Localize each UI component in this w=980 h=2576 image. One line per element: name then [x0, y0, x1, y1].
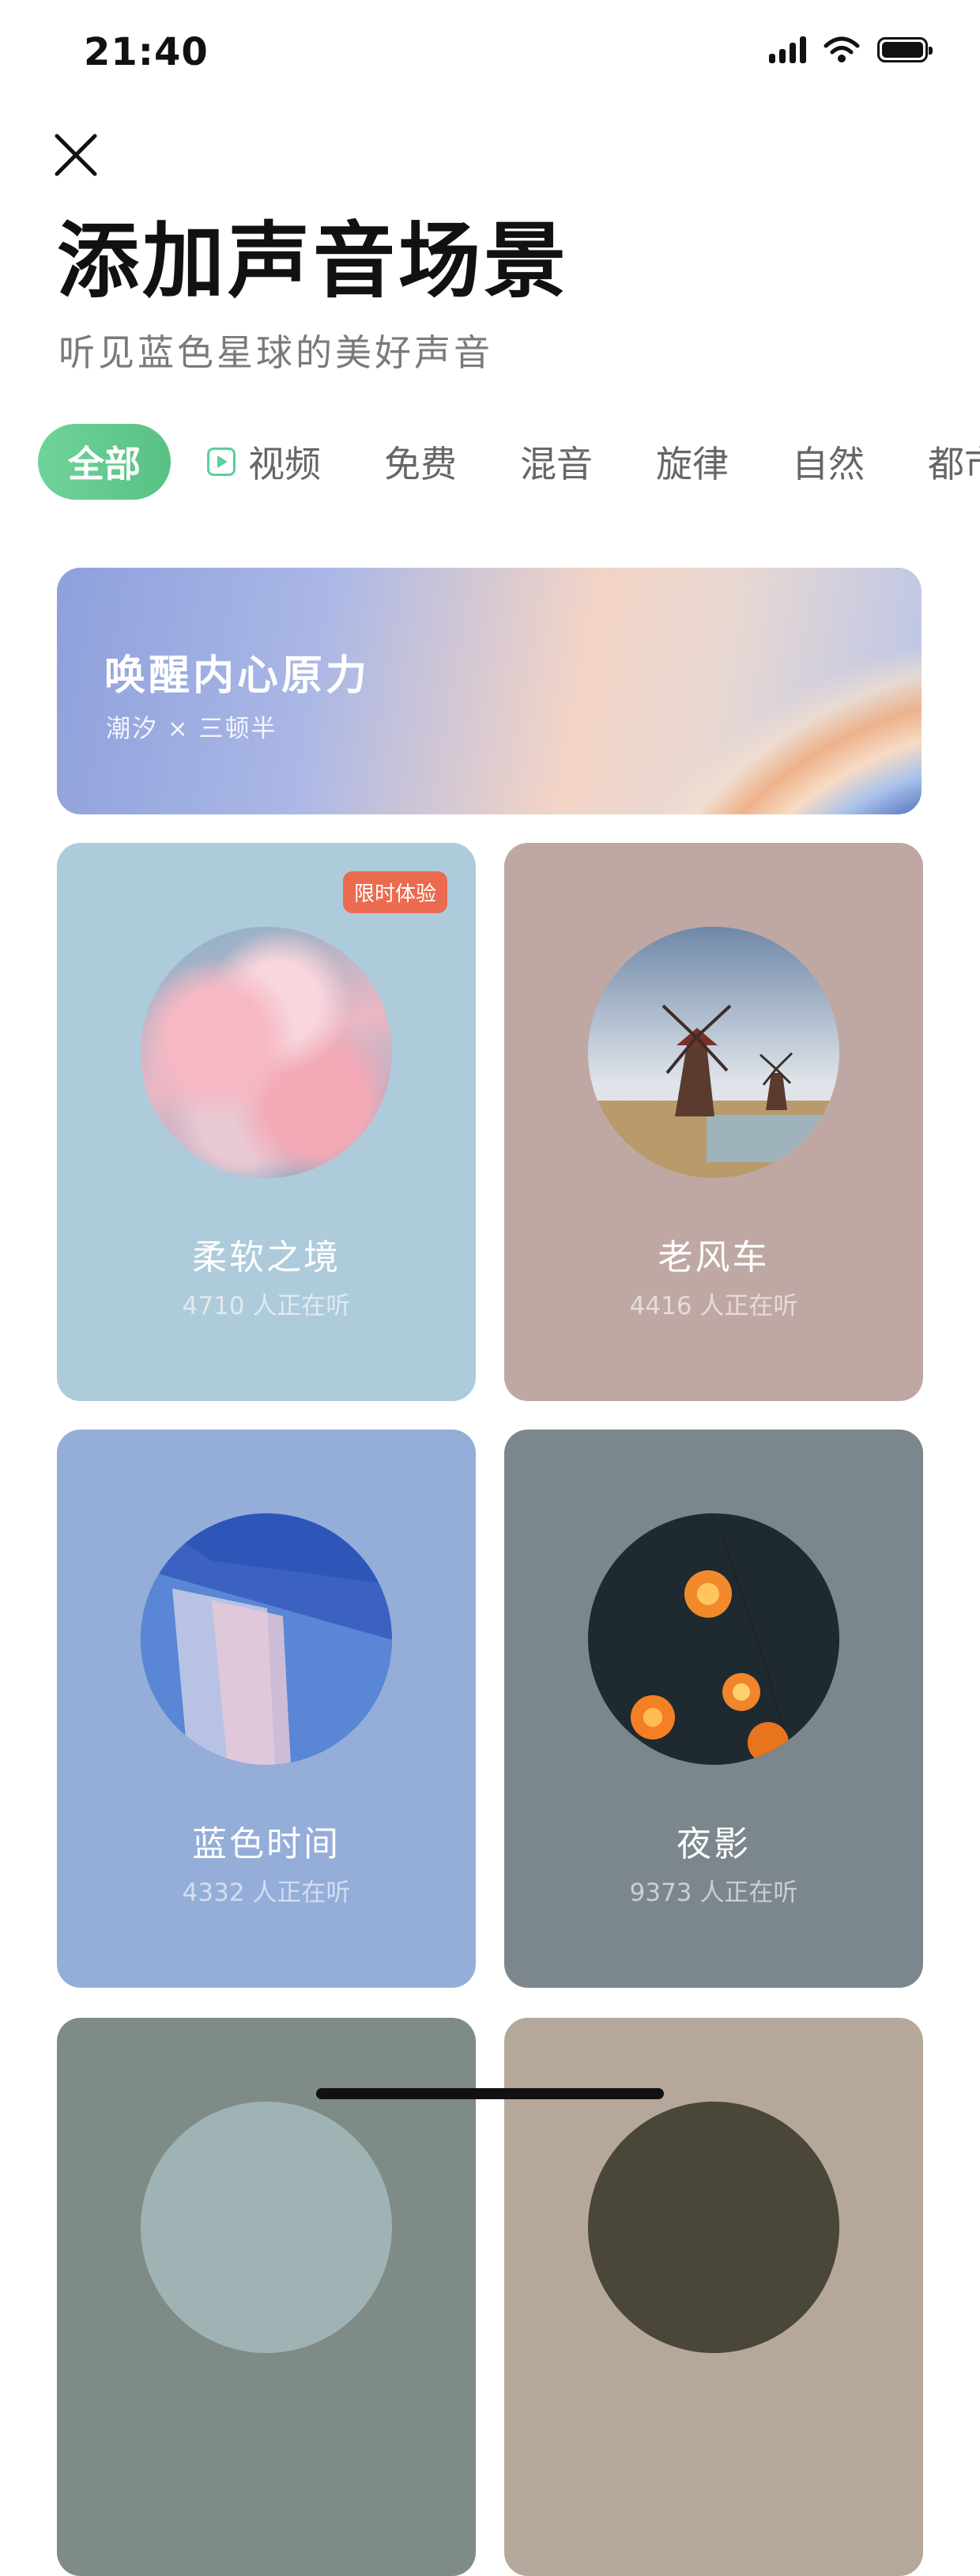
tab-label: 自然	[792, 443, 865, 485]
scene-card-partial-right[interactable]	[504, 2018, 923, 2576]
card-title: 老风车	[658, 1237, 770, 1278]
listener-count: 4416 人正在听	[629, 1292, 798, 1320]
lantern-illustration	[588, 1513, 839, 1765]
page-title: 添加声音场景	[57, 213, 570, 309]
scene-image	[141, 2102, 392, 2353]
battery-icon	[877, 37, 933, 62]
tab-label: 都市	[928, 443, 980, 485]
cellular-signal-icon	[769, 36, 806, 63]
card-title: 蓝色时间	[192, 1824, 341, 1864]
scene-image-windmills	[588, 927, 839, 1178]
status-time: 21:40	[84, 30, 209, 74]
tab-nature[interactable]: 自然	[792, 436, 865, 488]
card-title: 夜影	[677, 1824, 751, 1864]
listener-count: 9373 人正在听	[629, 1879, 798, 1907]
status-icons	[769, 36, 933, 63]
featured-banner[interactable]: 唤醒内心原力 潮汐 × 三顿半	[57, 568, 922, 814]
listener-count: 4332 人正在听	[182, 1879, 351, 1907]
limited-trial-badge: 限时体验	[342, 871, 447, 913]
close-icon[interactable]	[52, 131, 100, 179]
tab-melody[interactable]: 旋律	[656, 436, 729, 488]
windmill-illustration	[588, 927, 839, 1178]
scene-image-pink-clouds	[141, 927, 392, 1178]
tab-mix[interactable]: 混音	[520, 436, 593, 488]
page-subtitle: 听见蓝色星球的美好声音	[58, 331, 493, 374]
tab-label: 全部	[68, 443, 141, 485]
tab-label: 旋律	[656, 443, 729, 485]
tab-video[interactable]: 视频	[207, 436, 321, 488]
scene-card-soft-realm[interactable]: 限时体验 柔软之境 4710 人正在听	[57, 843, 476, 1401]
tab-label: 混音	[520, 443, 593, 485]
category-tabs: 全部 视频 免费 混音 旋律 自然 都市	[38, 424, 980, 500]
banner-subtitle: 潮汐 × 三顿半	[106, 715, 277, 743]
tab-label: 免费	[384, 443, 457, 485]
banner-title: 唤醒内心原力	[104, 652, 371, 700]
tab-all[interactable]: 全部	[38, 424, 171, 500]
tab-label: 视频	[248, 443, 321, 485]
video-play-icon	[207, 448, 236, 476]
scene-image-blue-architecture	[141, 1513, 392, 1765]
tab-city[interactable]: 都市	[928, 436, 980, 488]
scene-image-lanterns	[588, 1513, 839, 1765]
scene-card-old-windmill[interactable]: 老风车 4416 人正在听	[504, 843, 923, 1401]
scene-card-partial-left[interactable]	[57, 2018, 476, 2576]
wifi-icon	[824, 36, 860, 62]
blue-architecture-illustration	[141, 1513, 392, 1765]
tab-free[interactable]: 免费	[384, 436, 457, 488]
scene-card-night-shadow[interactable]: 夜影 9373 人正在听	[504, 1430, 923, 1988]
scene-image	[588, 2102, 839, 2353]
listener-count: 4710 人正在听	[182, 1292, 351, 1320]
card-title: 柔软之境	[192, 1237, 341, 1278]
home-indicator	[316, 2088, 664, 2099]
scene-card-blue-time[interactable]: 蓝色时间 4332 人正在听	[57, 1430, 476, 1988]
